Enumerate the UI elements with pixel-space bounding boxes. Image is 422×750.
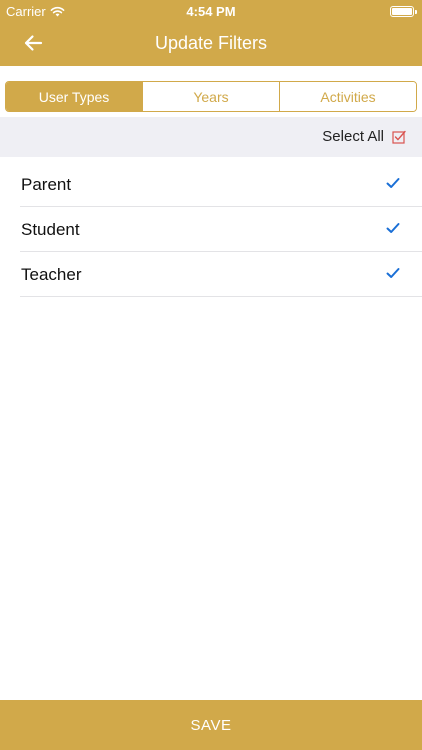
app-header: Carrier 4:54 PM Update Filters bbox=[0, 0, 422, 66]
checkmark-icon bbox=[386, 268, 400, 278]
user-type-list: Parent Student Teacher bbox=[0, 162, 422, 297]
status-bar: Carrier 4:54 PM bbox=[0, 0, 422, 22]
list-item-label: Teacher bbox=[21, 265, 82, 284]
save-button-label: SAVE bbox=[190, 716, 232, 734]
list-item-teacher[interactable]: Teacher bbox=[20, 252, 422, 297]
tab-years[interactable]: Years bbox=[143, 82, 280, 111]
list-item-label: Parent bbox=[21, 175, 72, 194]
status-time: 4:54 PM bbox=[186, 4, 236, 19]
select-all-label: Select All bbox=[322, 128, 384, 145]
checkmark-icon bbox=[386, 223, 400, 233]
tab-activities[interactable]: Activities bbox=[280, 82, 416, 111]
checkmark-icon bbox=[386, 178, 400, 188]
select-all-toggle[interactable]: Select All bbox=[322, 128, 406, 145]
save-button[interactable]: SAVE bbox=[0, 700, 422, 750]
battery-icon bbox=[390, 6, 417, 17]
checkbox-checked-icon bbox=[392, 130, 406, 144]
list-item-student[interactable]: Student bbox=[20, 207, 422, 252]
tab-user-types[interactable]: User Types bbox=[6, 82, 143, 111]
page-title: Update Filters bbox=[154, 33, 268, 53]
filter-tabs: User Types Years Activities bbox=[5, 81, 417, 112]
list-item-parent[interactable]: Parent bbox=[20, 162, 422, 207]
list-item-label: Student bbox=[21, 220, 80, 239]
select-all-bar: Select All bbox=[0, 117, 422, 157]
